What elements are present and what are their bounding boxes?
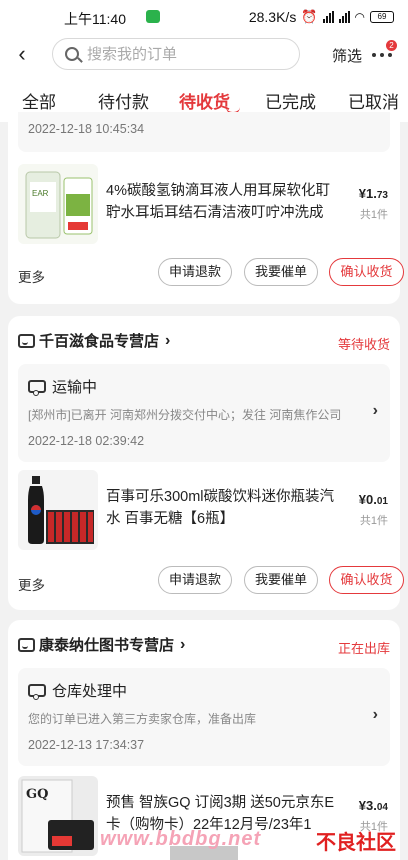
refund-button[interactable]: 申请退款 <box>158 566 232 594</box>
logistics-title: 运输中 <box>28 376 97 397</box>
confirm-receipt-button[interactable]: 确认收货 <box>329 258 404 286</box>
urge-button[interactable]: 我要催单 <box>244 566 318 594</box>
order-card: 千百滋食品专营店 › 等待收货 运输中 [郑州市]已离开 河南郑州分拨交付中心；… <box>8 316 404 610</box>
filter-button[interactable]: 筛选 <box>332 45 362 66</box>
svg-text:GQ: GQ <box>26 787 48 802</box>
price-decimal: 73 <box>376 190 388 201</box>
product-item[interactable]: 百事可乐300ml碳酸饮料迷你瓶装汽水 百事无糖【6瓶】 ¥0.01 共1件 <box>18 470 390 554</box>
shop-name: 千百滋食品专营店 <box>39 333 160 350</box>
order-status: 等待收货 <box>337 337 390 352</box>
logistics-time: 2022-12-18 02:39:42 <box>28 434 145 448</box>
price-decimal: 01 <box>376 496 388 507</box>
tab-pending-receipt[interactable]: 待收货 <box>179 88 230 113</box>
search-input[interactable] <box>87 44 287 64</box>
search-box[interactable] <box>52 38 300 70</box>
product-image <box>18 470 98 550</box>
watermark-url: www.bbdbg.net <box>100 828 262 850</box>
confirm-receipt-button[interactable]: 确认收货 <box>329 566 404 594</box>
shop-header[interactable]: 康泰纳仕图书专营店 › <box>18 634 185 655</box>
more-menu-icon[interactable] <box>372 50 394 60</box>
search-icon <box>65 47 79 61</box>
wechat-icon <box>146 10 160 23</box>
product-image: EAR <box>18 164 98 244</box>
logistics-detail: 您的订单已进入第三方卖家仓库，准备出库 <box>28 712 257 726</box>
chevron-right-icon: › <box>180 635 186 653</box>
watermark-brand: 不良社区 <box>316 832 396 854</box>
order-card: 康泰纳仕图书专营店 › 正在出库 仓库处理中 您的订单已进入第三方卖家仓库，准备… <box>8 620 400 860</box>
chevron-right-icon: › <box>165 331 171 349</box>
signal-icon <box>322 11 334 23</box>
logistics-time: 2022-12-18 10:45:34 <box>28 122 145 136</box>
back-button[interactable]: ‹ <box>10 40 34 68</box>
tab-all[interactable]: 全部 <box>22 88 56 113</box>
product-item[interactable]: EAR 4%碳酸氢钠滴耳液人用耳屎软化耵聍水耳垢耳结石清洁液叮咛冲洗成人... … <box>18 164 390 248</box>
svg-text:EAR: EAR <box>32 189 49 198</box>
product-image: GQ <box>18 776 98 856</box>
product-price: ¥1.73 <box>359 186 388 201</box>
tab-cancelled[interactable]: 已取消 <box>348 88 399 113</box>
price-integer: ¥0. <box>358 492 377 507</box>
product-price: ¥3.04 <box>359 798 388 813</box>
network-speed: 28.3K/s <box>248 9 297 25</box>
product-name: 4%碳酸氢钠滴耳液人用耳屎软化耵聍水耳垢耳结石清洁液叮咛冲洗成人... <box>106 183 330 221</box>
tab-completed[interactable]: 已完成 <box>265 88 316 113</box>
price-decimal: 04 <box>376 802 388 813</box>
product-quantity: 共1件 <box>359 515 388 527</box>
wifi-icon: ◠ <box>354 10 365 24</box>
shop-icon <box>18 637 35 652</box>
urge-button[interactable]: 我要催单 <box>244 258 318 286</box>
notification-badge: 2 <box>386 40 397 51</box>
shop-name: 康泰纳仕图书专营店 <box>39 637 175 654</box>
price-integer: ¥3. <box>358 798 377 813</box>
signal-icon-2 <box>338 11 350 23</box>
logistics-time: 2022-12-13 17:34:37 <box>28 738 145 752</box>
logistics-detail: [郑州市]已离开 河南郑州分拨交付中心；发往 河南焦作公司 <box>28 408 342 422</box>
status-bar: 上午11:40 28.3K/s ⏰ ◠ 69 <box>0 0 408 34</box>
order-actions: 更多 申请退款 我要催单 确认收货 <box>18 258 404 290</box>
logistics-box[interactable]: 2022-12-18 10:45:34 <box>18 112 390 152</box>
battery-icon: 69 <box>370 11 394 23</box>
product-price: ¥0.01 <box>359 492 388 507</box>
chevron-right-icon: › <box>372 706 378 723</box>
more-link[interactable]: 更多 <box>18 574 45 594</box>
more-link[interactable]: 更多 <box>18 266 45 286</box>
chevron-right-icon: › <box>372 402 378 419</box>
status-right: 28.3K/s ⏰ ◠ 69 <box>249 9 394 25</box>
warehouse-icon <box>28 684 46 700</box>
logistics-box[interactable]: 仓库处理中 您的订单已进入第三方卖家仓库，准备出库 2022-12-13 17:… <box>18 668 390 766</box>
order-actions: 更多 申请退款 我要催单 确认收货 <box>18 566 404 598</box>
logistics-status: 运输中 <box>52 379 98 396</box>
truck-icon <box>28 380 46 396</box>
logistics-box[interactable]: 运输中 [郑州市]已离开 河南郑州分拨交付中心；发往 河南焦作公司 2022-1… <box>18 364 390 462</box>
product-name: 百事可乐300ml碳酸饮料迷你瓶装汽水 百事无糖【6瓶】 <box>106 489 334 527</box>
shop-icon <box>18 333 35 348</box>
product-quantity: 共1件 <box>359 209 388 221</box>
price-integer: ¥1. <box>358 186 377 201</box>
alarm-icon: ⏰ <box>301 9 318 24</box>
refund-button[interactable]: 申请退款 <box>158 258 232 286</box>
logistics-title: 仓库处理中 <box>28 680 127 701</box>
logistics-status: 仓库处理中 <box>52 683 128 700</box>
tab-pending-payment[interactable]: 待付款 <box>98 88 149 113</box>
status-time: 上午11:40 <box>64 11 126 27</box>
header: ‹ 筛选 2 <box>0 34 408 76</box>
order-status: 正在出库 <box>337 641 390 656</box>
order-card: 2022-12-18 10:45:34 EAR 4%碳酸氢钠滴耳液人用耳屎软化耵… <box>8 112 404 304</box>
shop-header[interactable]: 千百滋食品专营店 › <box>18 330 170 351</box>
